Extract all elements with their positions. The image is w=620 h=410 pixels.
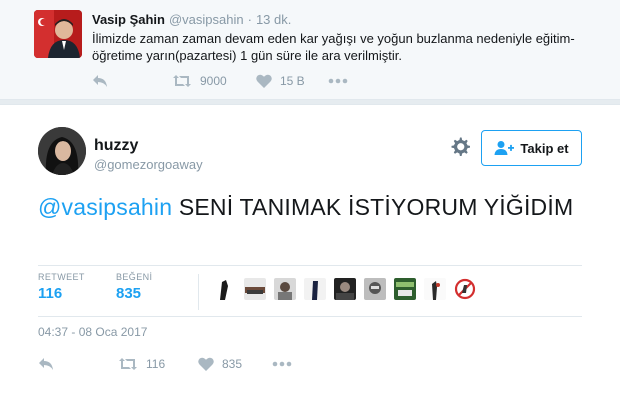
settings-button[interactable] <box>448 135 472 159</box>
like-button[interactable]: 835 <box>198 357 272 371</box>
separator: · <box>247 12 252 27</box>
main-tweet: huzzy @gomezorgoaway Takip et @vasipsahi… <box>0 104 620 410</box>
retweet-button[interactable]: 9000 <box>172 74 256 88</box>
heart-icon <box>198 357 214 371</box>
liker-avatar[interactable] <box>454 278 476 300</box>
heart-icon <box>256 74 272 88</box>
follow-button-label: Takip et <box>520 140 569 156</box>
liker-avatar[interactable] <box>304 278 326 300</box>
main-tweet-actions: 116 835 <box>38 355 292 373</box>
reply-icon <box>93 75 107 87</box>
tweet-stats: RETWEET 116 BEĞENİ 835 <box>38 265 582 317</box>
reply-button[interactable] <box>38 357 118 371</box>
reply-icon <box>39 358 53 370</box>
liker-avatar[interactable] <box>424 278 446 300</box>
author-handle[interactable]: @gomezorgoaway <box>94 157 203 172</box>
follow-person-icon <box>494 141 515 155</box>
avatar[interactable] <box>34 10 82 58</box>
tweet-time[interactable]: 13 dk. <box>256 12 291 27</box>
liker-avatar[interactable] <box>334 278 356 300</box>
quoted-tweet-text: İlimizde zaman zaman devam eden kar yağı… <box>92 31 575 63</box>
follow-button[interactable]: Takip et <box>481 130 582 166</box>
quoted-tweet-header: Vasip Şahin @vasipsahin · 13 dk. <box>92 12 291 27</box>
like-count: 835 <box>222 357 243 371</box>
tweet-date[interactable]: 04:37 - 08 Oca 2017 <box>38 325 147 339</box>
tweet-body: SENİ TANIMAK İSTİYORUM YİĞİDİM <box>172 194 574 220</box>
author-name[interactable]: huzzy <box>94 137 138 155</box>
likes-stat[interactable]: BEĞENİ 835 <box>116 272 152 302</box>
likes-stat-value: 835 <box>116 285 142 302</box>
retweet-stat-value: 116 <box>38 285 63 302</box>
like-button[interactable]: 15 B <box>256 74 328 88</box>
reply-button[interactable] <box>92 74 172 88</box>
more-button[interactable] <box>272 361 292 367</box>
retweet-icon <box>119 358 137 370</box>
stats-divider <box>198 274 199 310</box>
liker-avatars <box>214 278 484 300</box>
author-name[interactable]: Vasip Şahin <box>92 12 165 27</box>
liker-avatar[interactable] <box>274 278 296 300</box>
liker-avatar[interactable] <box>394 278 416 300</box>
retweet-stat[interactable]: RETWEET 116 <box>38 272 85 302</box>
author-handle[interactable]: @vasipsahin <box>169 12 244 27</box>
more-button[interactable] <box>328 78 348 84</box>
quoted-tweet-actions: 9000 15 B <box>92 72 348 90</box>
retweet-button[interactable]: 116 <box>118 357 198 371</box>
liker-avatar[interactable] <box>364 278 386 300</box>
retweet-count: 9000 <box>200 74 227 88</box>
tweet-text: @vasipsahin SENİ TANIMAK İSTİYORUM YİĞİD… <box>38 191 578 224</box>
avatar-huzzy-image <box>38 127 86 175</box>
settings-gear-icon <box>451 137 470 156</box>
avatar-vasip-sahin-image <box>34 10 82 58</box>
mention-link[interactable]: @vasipsahin <box>38 194 172 220</box>
retweet-count: 116 <box>146 357 166 371</box>
liker-avatar[interactable] <box>214 278 236 300</box>
more-icon <box>328 78 348 84</box>
retweet-icon <box>173 75 191 87</box>
retweet-stat-label: RETWEET <box>38 272 85 282</box>
more-icon <box>272 361 292 367</box>
like-count: 15 B <box>280 74 305 88</box>
likes-stat-label: BEĞENİ <box>116 272 153 282</box>
liker-avatar[interactable] <box>244 278 266 300</box>
quoted-tweet[interactable]: Vasip Şahin @vasipsahin · 13 dk. İlimizde z… <box>0 0 620 100</box>
avatar[interactable] <box>38 127 86 175</box>
